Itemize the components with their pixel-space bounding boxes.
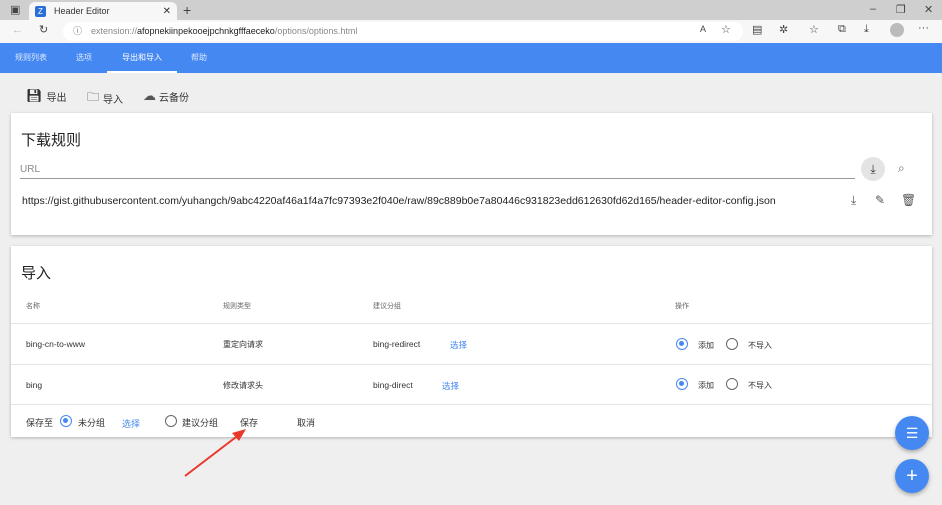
add-rule-button[interactable]: + — [895, 459, 929, 493]
batch-edit-button[interactable]: ☰ — [895, 416, 929, 450]
annotation-arrow — [184, 429, 246, 477]
